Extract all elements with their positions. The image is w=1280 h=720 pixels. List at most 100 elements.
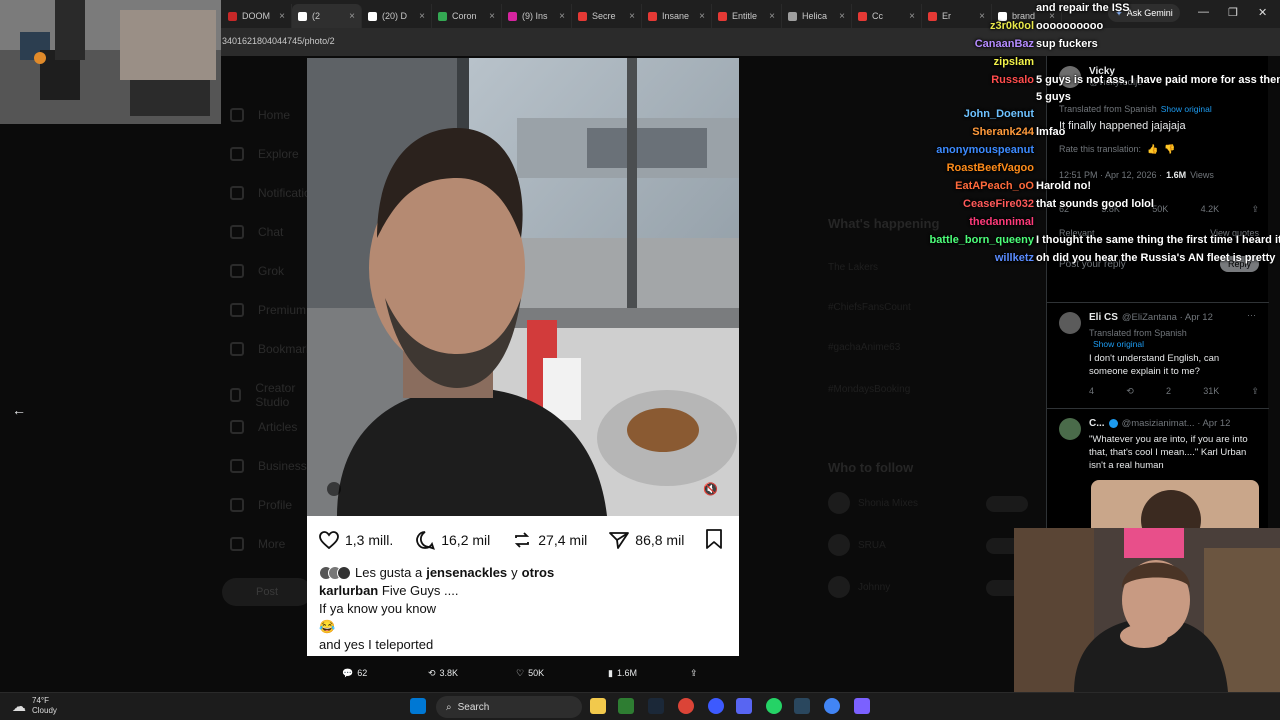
show-original-link[interactable]: Show original — [1161, 104, 1212, 114]
reply-action[interactable]: 💬 62 — [342, 668, 367, 679]
browser-tab[interactable]: brand × — [992, 4, 1062, 28]
minimize-button[interactable]: — — [1198, 6, 1209, 18]
app-icon[interactable] — [854, 698, 870, 714]
more-options-icon[interactable]: ··· — [1247, 310, 1256, 320]
sidebar-nav-item[interactable]: Business — [230, 459, 307, 473]
share-stat[interactable]: 86,8 mil — [609, 530, 684, 550]
post-timestamp[interactable]: 12:51 PM · Apr 12, 2026 · — [1059, 170, 1162, 180]
mute-icon[interactable]: 🔇 — [703, 482, 718, 496]
avatar[interactable] — [1059, 418, 1081, 440]
tab-close-icon[interactable]: × — [419, 11, 425, 22]
browser-tab[interactable]: Coron × — [432, 4, 502, 28]
user-tag-icon[interactable] — [327, 482, 341, 496]
follow-suggestion[interactable]: Johnny — [858, 582, 890, 593]
bookmark-count[interactable]: 4.2K — [1201, 204, 1220, 215]
tab-close-icon[interactable]: × — [559, 11, 565, 22]
app-icon[interactable] — [708, 698, 724, 714]
sidebar-nav-item[interactable]: Bookmarks — [230, 342, 318, 356]
author-name[interactable]: Eli CS — [1089, 312, 1118, 323]
sidebar-nav-item[interactable]: Chat — [230, 225, 283, 239]
post-media-photo[interactable]: 🔇 — [307, 58, 739, 516]
repost-stat[interactable]: 27,4 mil — [512, 530, 587, 550]
tab-close-icon[interactable]: × — [909, 11, 915, 22]
follow-suggestion[interactable]: Shonia Mixes — [858, 498, 918, 509]
like-action[interactable]: ♡ 50K — [516, 668, 544, 679]
avatar[interactable] — [1059, 66, 1081, 88]
browser-tab[interactable]: Entitle × — [712, 4, 782, 28]
tab-close-icon[interactable]: × — [979, 11, 985, 22]
thumbs-up-icon[interactable]: 👍 — [1147, 144, 1158, 155]
browser-tab[interactable]: Insane × — [642, 4, 712, 28]
thumbs-down-icon[interactable]: 👎 — [1164, 144, 1175, 155]
repost-action[interactable]: ⟲ 3.8K — [428, 668, 458, 679]
sidebar-nav-item[interactable]: More — [230, 537, 285, 551]
trend-item[interactable]: #gachaAnime63 — [828, 342, 900, 353]
tab-close-icon[interactable]: × — [489, 11, 495, 22]
browser-tab[interactable]: (2 × — [292, 4, 362, 28]
maximize-button[interactable]: ❐ — [1228, 6, 1238, 19]
browser-tab[interactable]: Er × — [922, 4, 992, 28]
post-button[interactable]: Post — [222, 578, 312, 606]
chrome-active-icon[interactable] — [824, 698, 840, 714]
view-quotes-link[interactable]: View quotes — [1210, 228, 1259, 238]
views-action[interactable]: ▮ 1.6M — [608, 668, 637, 679]
sidebar-nav-item[interactable]: Profile — [230, 498, 292, 512]
like-stat[interactable]: 1,3 mill. — [319, 531, 393, 549]
sidebar-nav-item[interactable]: Premium — [230, 303, 306, 317]
tab-close-icon[interactable]: × — [839, 11, 845, 22]
browser-tab[interactable]: (9) Ins × — [502, 4, 572, 28]
steam-client-icon[interactable] — [794, 698, 810, 714]
windows-start-icon[interactable] — [410, 698, 426, 714]
author-handle[interactable]: @masizianimat... · Apr 12 — [1122, 418, 1231, 429]
comment-stat[interactable]: 16,2 mil — [415, 530, 490, 550]
sidebar-nav-item[interactable]: Articles — [230, 420, 297, 434]
reply-input[interactable]: Post your reply — [1059, 259, 1126, 270]
close-window-button[interactable]: ✕ — [1258, 6, 1267, 19]
bookmark-icon[interactable] — [705, 528, 723, 550]
caption-username[interactable]: karlurban — [319, 583, 378, 598]
tab-close-icon[interactable]: × — [629, 11, 635, 22]
file-explorer-icon[interactable] — [590, 698, 606, 714]
share-icon[interactable]: ⇪ — [1251, 204, 1259, 215]
ask-gemini-button[interactable]: ✦ Ask Gemini — [1108, 4, 1180, 22]
tab-close-icon[interactable]: × — [1049, 11, 1055, 22]
whatsapp-icon[interactable] — [766, 698, 782, 714]
reply-count[interactable]: 4 — [1089, 386, 1094, 397]
browser-tab[interactable]: (20) D × — [362, 4, 432, 28]
view-count[interactable]: 31K — [1203, 386, 1219, 397]
reply-button[interactable]: Reply — [1219, 256, 1259, 272]
spreadsheet-app-icon[interactable] — [618, 698, 634, 714]
weather-widget[interactable]: ☁ 74°F Cloudy — [12, 696, 57, 716]
repost-icon[interactable]: ⟲ — [1126, 386, 1134, 397]
sidebar-nav-item[interactable]: Creator Studio — [230, 381, 312, 409]
discord-icon[interactable] — [736, 698, 752, 714]
liked-by-others-link[interactable]: otros — [522, 564, 555, 582]
trend-item[interactable]: #ChiefsFansCount — [828, 302, 911, 313]
share-icon[interactable]: ⇪ — [690, 668, 698, 679]
tab-close-icon[interactable]: × — [349, 11, 355, 22]
follow-button[interactable] — [986, 496, 1028, 512]
tab-close-icon[interactable]: × — [769, 11, 775, 22]
like-count[interactable]: 50K — [1152, 204, 1168, 215]
show-original-link[interactable]: Show original — [1093, 339, 1144, 349]
browser-tab[interactable]: DOOM × — [222, 4, 292, 28]
sidebar-nav-item[interactable]: Grok — [230, 264, 284, 278]
share-icon[interactable]: ⇪ — [1251, 386, 1259, 397]
avatar[interactable] — [1059, 312, 1081, 334]
repost-count[interactable]: 3.8K — [1101, 204, 1120, 215]
author-handle[interactable]: @EliZantana · Apr 12 — [1122, 312, 1213, 323]
sidebar-nav-item[interactable]: Explore — [230, 147, 299, 161]
sort-relevant-dropdown[interactable]: Relevant — [1059, 228, 1095, 238]
browser-tab[interactable]: Cc × — [852, 4, 922, 28]
chrome-icon[interactable] — [678, 698, 694, 714]
follow-suggestion[interactable]: SRUA — [858, 540, 886, 551]
back-arrow-icon[interactable]: ← — [12, 402, 26, 418]
tab-close-icon[interactable]: × — [699, 11, 705, 22]
liked-by-user-link[interactable]: jensenackles — [426, 564, 507, 582]
url-field[interactable]: 3401621804044745/photo/2 — [222, 36, 335, 46]
taskbar-search[interactable]: ⌕ Search — [436, 696, 582, 718]
author-name[interactable]: Vicky — [1089, 66, 1142, 77]
author-name[interactable]: C... — [1089, 418, 1105, 429]
tab-close-icon[interactable]: × — [279, 11, 285, 22]
steam-icon[interactable] — [648, 698, 664, 714]
